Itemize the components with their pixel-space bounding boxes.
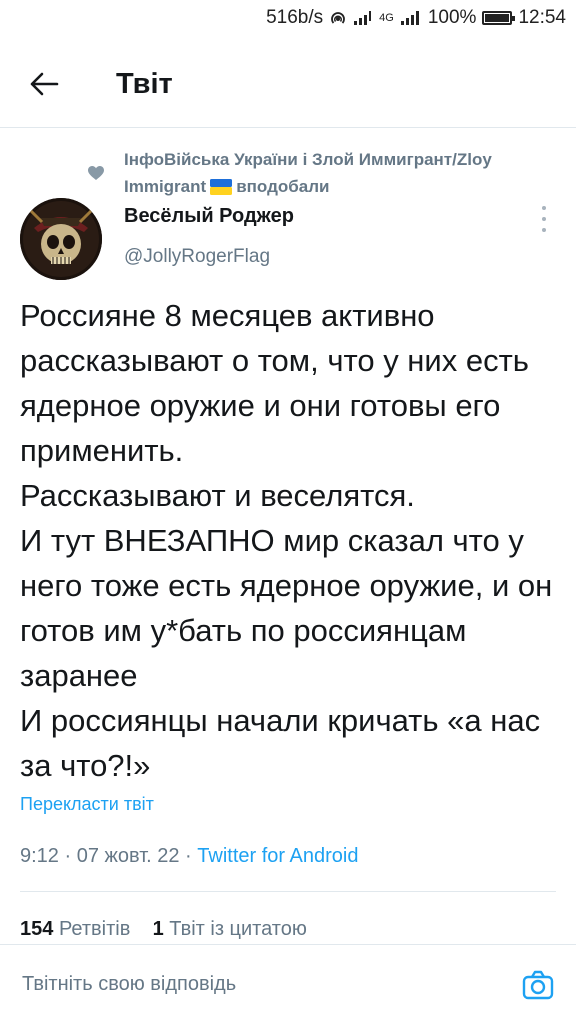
retweets-label: Ретвітів — [58, 918, 131, 940]
tweet-source-link[interactable]: Twitter for Android — [197, 845, 358, 867]
quotes-label: Твіт із цитатою — [169, 918, 307, 940]
translate-tweet-link[interactable]: Перекласти твіт — [20, 794, 154, 815]
skull-avatar-image — [20, 198, 102, 280]
more-dot-icon — [542, 228, 546, 232]
quotes-count: 1 — [152, 918, 164, 940]
more-options-button[interactable] — [534, 206, 554, 232]
author-handle[interactable]: @JollyRogerFlag — [124, 246, 270, 268]
arrow-left-icon — [30, 72, 59, 96]
back-button[interactable] — [24, 64, 64, 104]
signal-4g-icon — [400, 10, 422, 26]
battery-icon — [482, 11, 516, 25]
divider — [20, 891, 556, 892]
network-speed: 516b/s — [266, 7, 324, 28]
battery-percent: 100% — [427, 7, 477, 28]
tweet-timestamp: 9:12 · 07 жовт. 22 · — [20, 845, 192, 867]
signal-icon — [353, 10, 373, 26]
network-type: 4G — [379, 12, 394, 24]
quotes-stat[interactable]: 1 Твіт із цитатою — [153, 918, 307, 940]
clock: 12:54 — [518, 7, 566, 28]
tweet-meta: 9:12 · 07 жовт. 22 · Twitter for Android — [20, 845, 358, 868]
ukraine-flag-icon — [210, 176, 233, 203]
social-context-text: ІнфоВійська України і Злой Иммигрант/Zlo… — [124, 146, 564, 203]
tweet-text: Россияне 8 месяцев активно рассказывают … — [20, 298, 553, 783]
heart-icon — [88, 166, 104, 186]
retweets-count: 154 — [20, 918, 54, 940]
status-bar-right: 516b/s 4G 100% 12:54 — [266, 7, 566, 29]
camera-button[interactable] — [520, 967, 556, 1003]
reply-input[interactable]: Твітніть свою відповідь — [22, 973, 482, 996]
camera-icon — [522, 970, 554, 1000]
tweet-stats: 154 Ретвітів 1 Твіт із цитатою — [20, 918, 307, 941]
more-dot-icon — [542, 206, 546, 210]
status-bar: 516b/s 4G 100% 12:54 — [0, 0, 576, 40]
header: Твіт — [0, 40, 576, 128]
liked-verb: вподобали — [236, 177, 330, 196]
page-title: Твіт — [116, 68, 173, 100]
more-dot-icon — [542, 217, 546, 221]
hotspot-icon — [329, 9, 347, 27]
avatar[interactable] — [20, 198, 102, 280]
reply-bar: Твітніть свою відповідь — [0, 944, 576, 1024]
retweets-stat[interactable]: 154 Ретвітів — [20, 918, 130, 940]
author-name[interactable]: Весёлый Роджер — [124, 205, 294, 228]
